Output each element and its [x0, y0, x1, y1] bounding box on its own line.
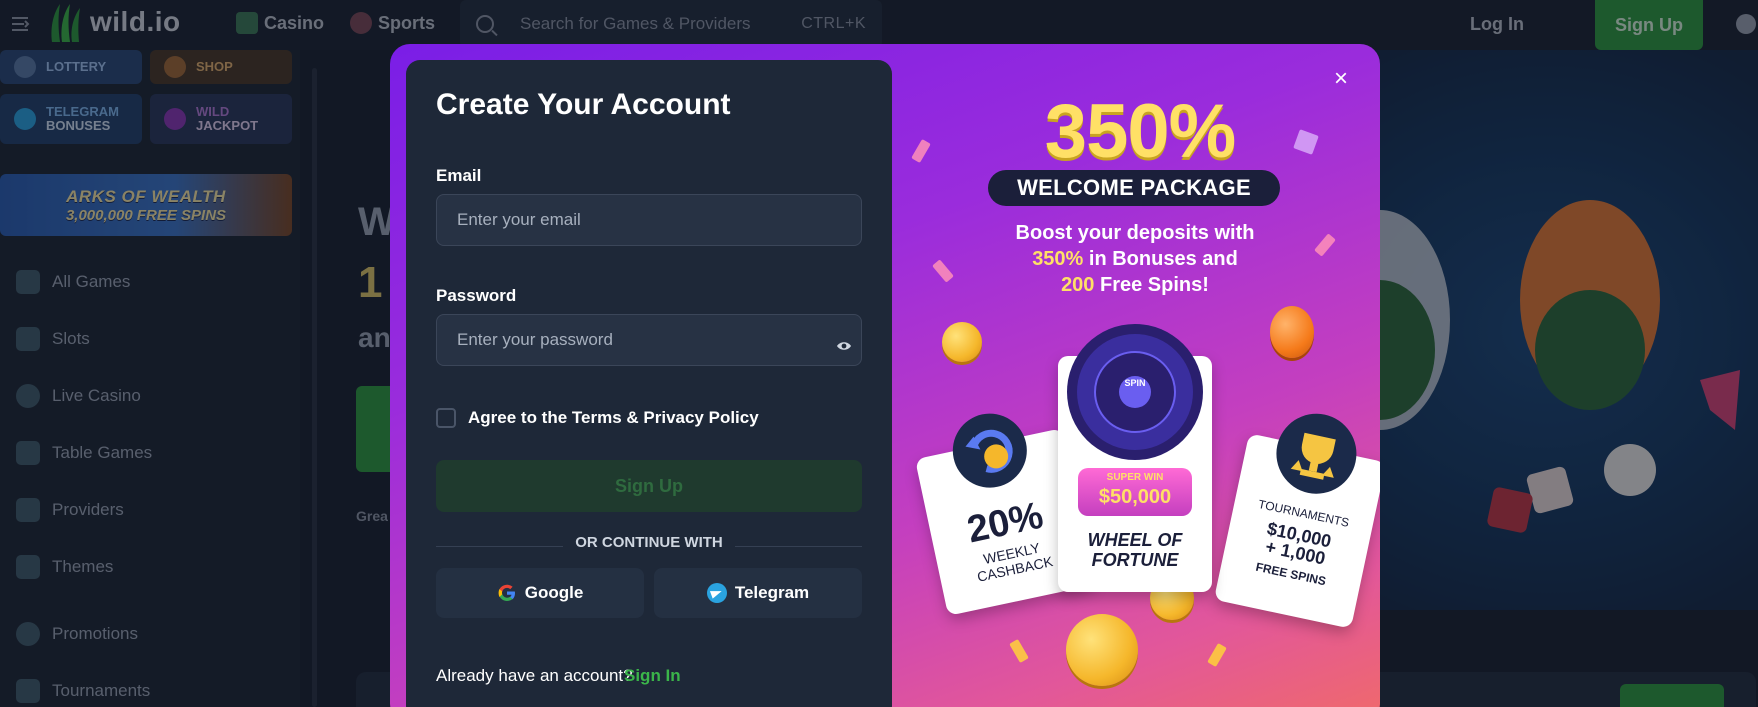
promo-desc-line1: Boost your deposits with: [1015, 222, 1255, 244]
close-icon[interactable]: ×: [1330, 67, 1352, 91]
promo-desc-highlight1: 350%: [1032, 248, 1084, 270]
signup-modal: Create Your Account Email Password Agree…: [390, 44, 1380, 707]
google-icon: [498, 584, 515, 601]
signup-submit-button[interactable]: Sign Up: [436, 460, 862, 512]
super-win-label: SUPER WIN: [1106, 472, 1164, 483]
promo-percent: 350%: [1044, 89, 1236, 174]
promo-desc-line2: in Bonuses and: [1083, 248, 1238, 270]
email-field[interactable]: [436, 194, 862, 246]
signin-link[interactable]: Sign In: [624, 666, 681, 686]
modal-title: Create Your Account: [436, 88, 731, 121]
google-signin-button[interactable]: Google: [436, 568, 644, 618]
bitcoin-coin-icon: [1066, 614, 1138, 686]
trophy-icon: [1268, 406, 1364, 502]
welcome-package-pill: WELCOME PACKAGE: [988, 170, 1280, 206]
terms-label[interactable]: Agree to the Terms & Privacy Policy: [468, 408, 759, 428]
signup-form-panel: Create Your Account Email Password Agree…: [406, 60, 892, 707]
show-password-eye-icon[interactable]: [836, 340, 852, 352]
confetti-piece: [1009, 638, 1029, 664]
promo-desc-line3: Free Spins!: [1094, 274, 1209, 296]
wheel-title-l1: WHEEL OF: [1087, 530, 1183, 550]
wheel-title-l2: FORTUNE: [1091, 550, 1179, 570]
coin-icon: [1270, 306, 1314, 358]
telegram-label: Telegram: [734, 583, 810, 602]
google-label: Google: [524, 583, 584, 602]
terms-checkbox[interactable]: [436, 408, 456, 428]
telegram-icon: [706, 583, 727, 603]
coin-icon: [942, 322, 982, 362]
divider: OR CONTINUE WITH: [406, 534, 892, 552]
password-field[interactable]: [436, 314, 862, 366]
divider-text: OR CONTINUE WITH: [563, 534, 735, 551]
telegram-signin-button[interactable]: Telegram: [654, 568, 862, 618]
cashback-arrow-icon: [945, 406, 1034, 495]
super-win-badge: SUPER WIN $50,000: [1078, 468, 1192, 516]
wheel-of-fortune-card: SPIN SUPER WIN $50,000 WHEEL OF FORTUNE: [1058, 324, 1212, 592]
have-account-text: Already have an account?: [436, 666, 633, 685]
confetti-piece: [1207, 642, 1227, 668]
wheel-spin-label: SPIN: [1124, 378, 1146, 388]
tournaments-card: TOURNAMENTS $10,000 + 1,000 FREE SPINS: [1213, 406, 1380, 629]
promo-desc-highlight2: 200: [1061, 274, 1095, 296]
password-label: Password: [436, 286, 517, 305]
email-label: Email: [436, 166, 482, 185]
terms-checkbox-row[interactable]: Agree to the Terms & Privacy Policy: [436, 408, 759, 428]
promo-description: Boost your deposits with 350% in Bonuses…: [950, 220, 1320, 298]
wheel-title: WHEEL OF FORTUNE: [1058, 530, 1212, 570]
super-win-amount: $50,000: [1098, 486, 1172, 508]
fortune-wheel-icon: [1067, 324, 1203, 460]
